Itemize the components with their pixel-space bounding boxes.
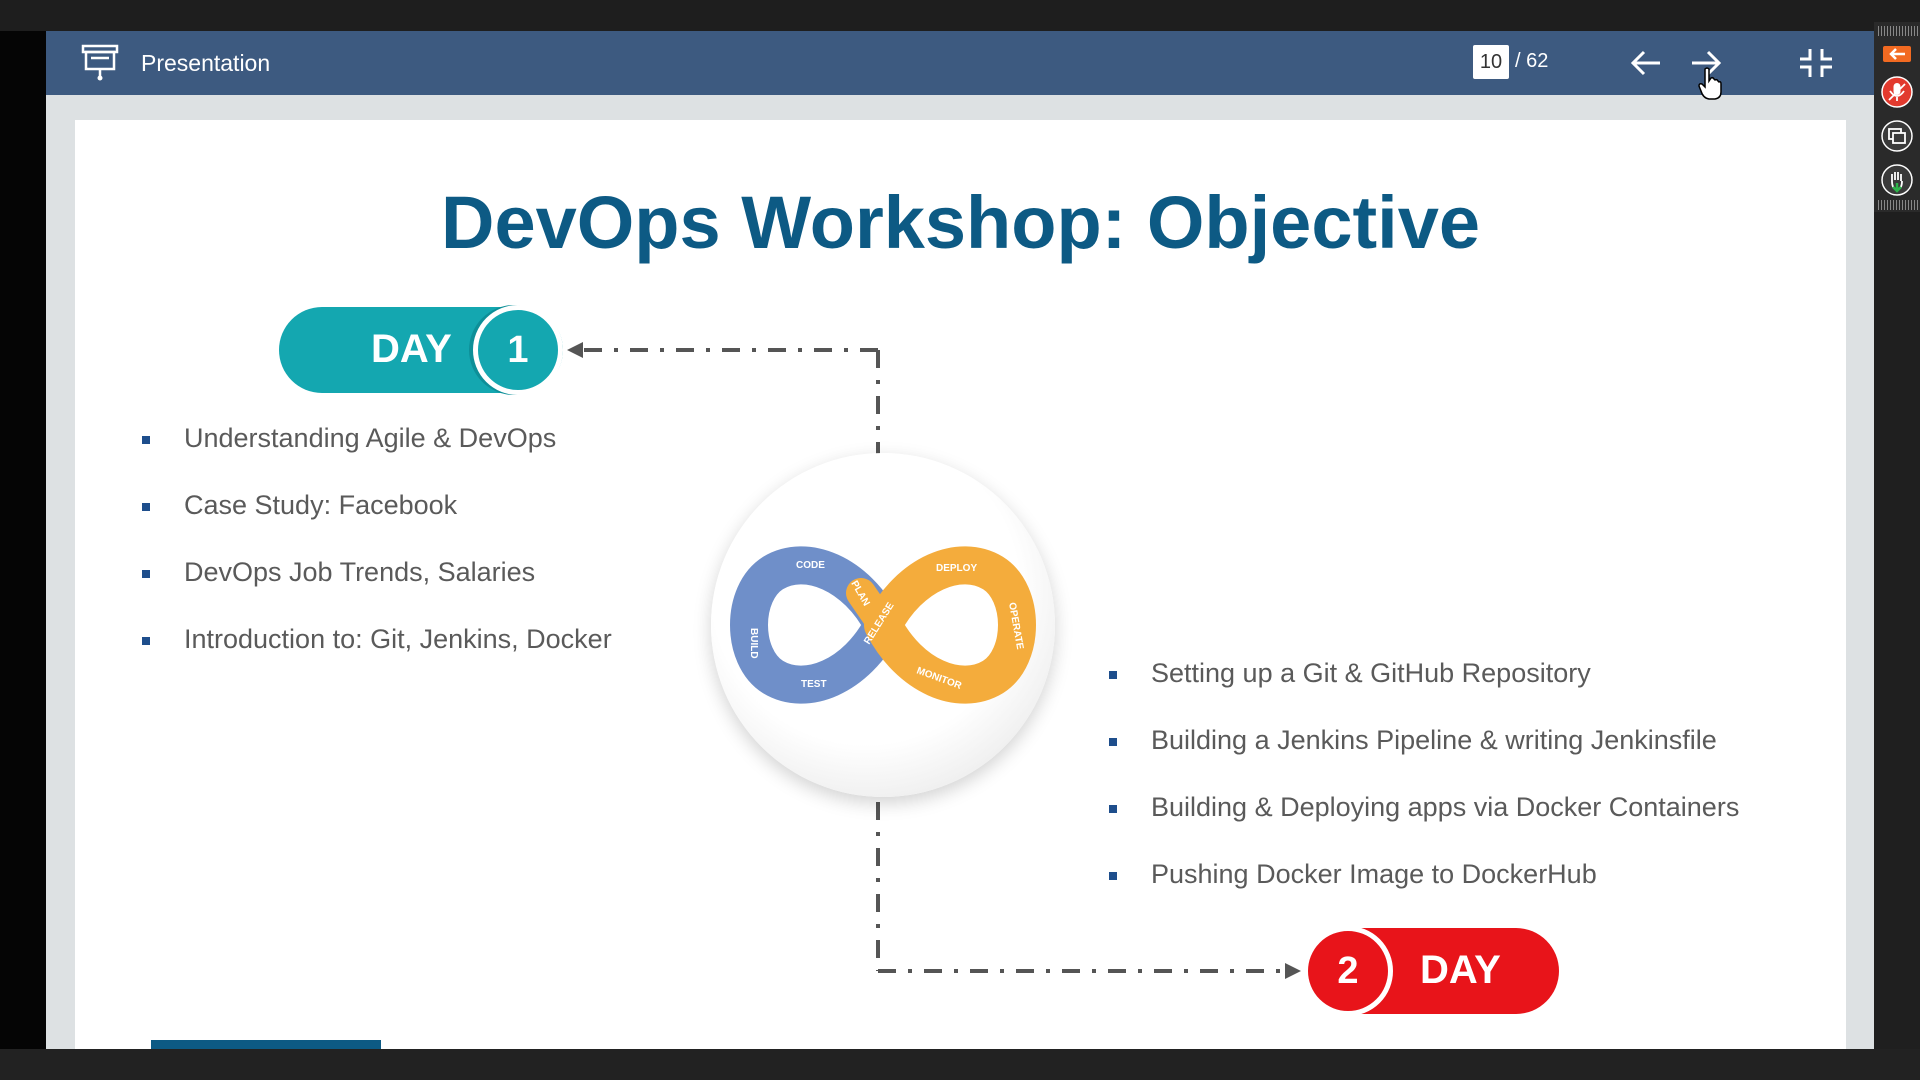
bullet-square-icon bbox=[142, 503, 150, 511]
day1-label: DAY bbox=[371, 327, 452, 371]
screen: Presentation 10 / 62 DevOps Workshop: Ob… bbox=[0, 0, 1920, 1080]
microphone-muted-icon[interactable] bbox=[1881, 76, 1913, 108]
day1-number: 1 bbox=[473, 305, 563, 395]
hand-cursor-icon bbox=[1698, 67, 1722, 100]
list-item: Case Study: Facebook bbox=[142, 490, 612, 557]
bullet-square-icon bbox=[142, 637, 150, 645]
presentation-icon bbox=[81, 44, 119, 81]
left-window-strip bbox=[0, 31, 46, 1049]
day1-badge: DAY 1 bbox=[279, 305, 563, 395]
day1-topic-list: Understanding Agile & DevOps Case Study:… bbox=[142, 423, 612, 691]
loop-label-build: BUILD bbox=[748, 628, 759, 659]
back-arrow-icon[interactable] bbox=[1881, 38, 1913, 70]
raise-hand-icon[interactable] bbox=[1881, 164, 1913, 196]
exit-fullscreen-icon[interactable] bbox=[1796, 45, 1836, 81]
bullet-square-icon bbox=[1109, 671, 1117, 679]
presentation-viewer: Presentation 10 / 62 DevOps Workshop: Ob… bbox=[46, 31, 1874, 1049]
list-item: Introduction to: Git, Jenkins, Docker bbox=[142, 624, 612, 691]
bullet-square-icon bbox=[142, 436, 150, 444]
bottom-window-strip bbox=[0, 1049, 1920, 1080]
meeting-side-panel bbox=[1874, 22, 1920, 212]
devops-loop-logo: CODE BUILD TEST PLAN RELEASE DEPLOY OPER… bbox=[711, 453, 1055, 797]
day2-number: 2 bbox=[1303, 926, 1393, 1016]
page-number-input[interactable]: 10 bbox=[1473, 45, 1509, 79]
day2-label: DAY bbox=[1420, 948, 1501, 992]
devops-infinity-icon: CODE BUILD TEST PLAN RELEASE DEPLOY OPER… bbox=[730, 546, 1036, 704]
bullet-square-icon bbox=[1109, 872, 1117, 880]
viewer-title: Presentation bbox=[141, 50, 271, 76]
list-item: DevOps Job Trends, Salaries bbox=[142, 557, 612, 624]
slide-canvas: DevOps Workshop: Objective DAY 1 Underst… bbox=[75, 120, 1846, 1049]
bullet-square-icon bbox=[1109, 738, 1117, 746]
day2-topic-list: Setting up a Git & GitHub Repository Bui… bbox=[1109, 658, 1739, 926]
bullet-square-icon bbox=[142, 570, 150, 578]
screen-share-icon[interactable] bbox=[1881, 120, 1913, 152]
list-item: Setting up a Git & GitHub Repository bbox=[1109, 658, 1739, 725]
viewer-toolbar: Presentation 10 / 62 bbox=[46, 31, 1874, 95]
drag-handle[interactable] bbox=[1878, 26, 1918, 36]
loop-label-deploy: DEPLOY bbox=[936, 563, 977, 574]
drag-handle[interactable] bbox=[1878, 200, 1918, 210]
arrow-left-icon[interactable] bbox=[1626, 45, 1666, 81]
slide-footer-bar bbox=[151, 1040, 381, 1049]
top-window-strip bbox=[0, 0, 1920, 31]
day2-badge: 2 DAY bbox=[1303, 926, 1559, 1016]
list-item: Pushing Docker Image to DockerHub bbox=[1109, 859, 1739, 926]
total-pages-label: / 62 bbox=[1515, 50, 1549, 72]
bullet-square-icon bbox=[1109, 805, 1117, 813]
list-item: Building & Deploying apps via Docker Con… bbox=[1109, 792, 1739, 859]
list-item: Understanding Agile & DevOps bbox=[142, 423, 612, 490]
loop-label-test: TEST bbox=[801, 679, 827, 690]
loop-label-code: CODE bbox=[796, 560, 825, 571]
list-item: Building a Jenkins Pipeline & writing Je… bbox=[1109, 725, 1739, 792]
